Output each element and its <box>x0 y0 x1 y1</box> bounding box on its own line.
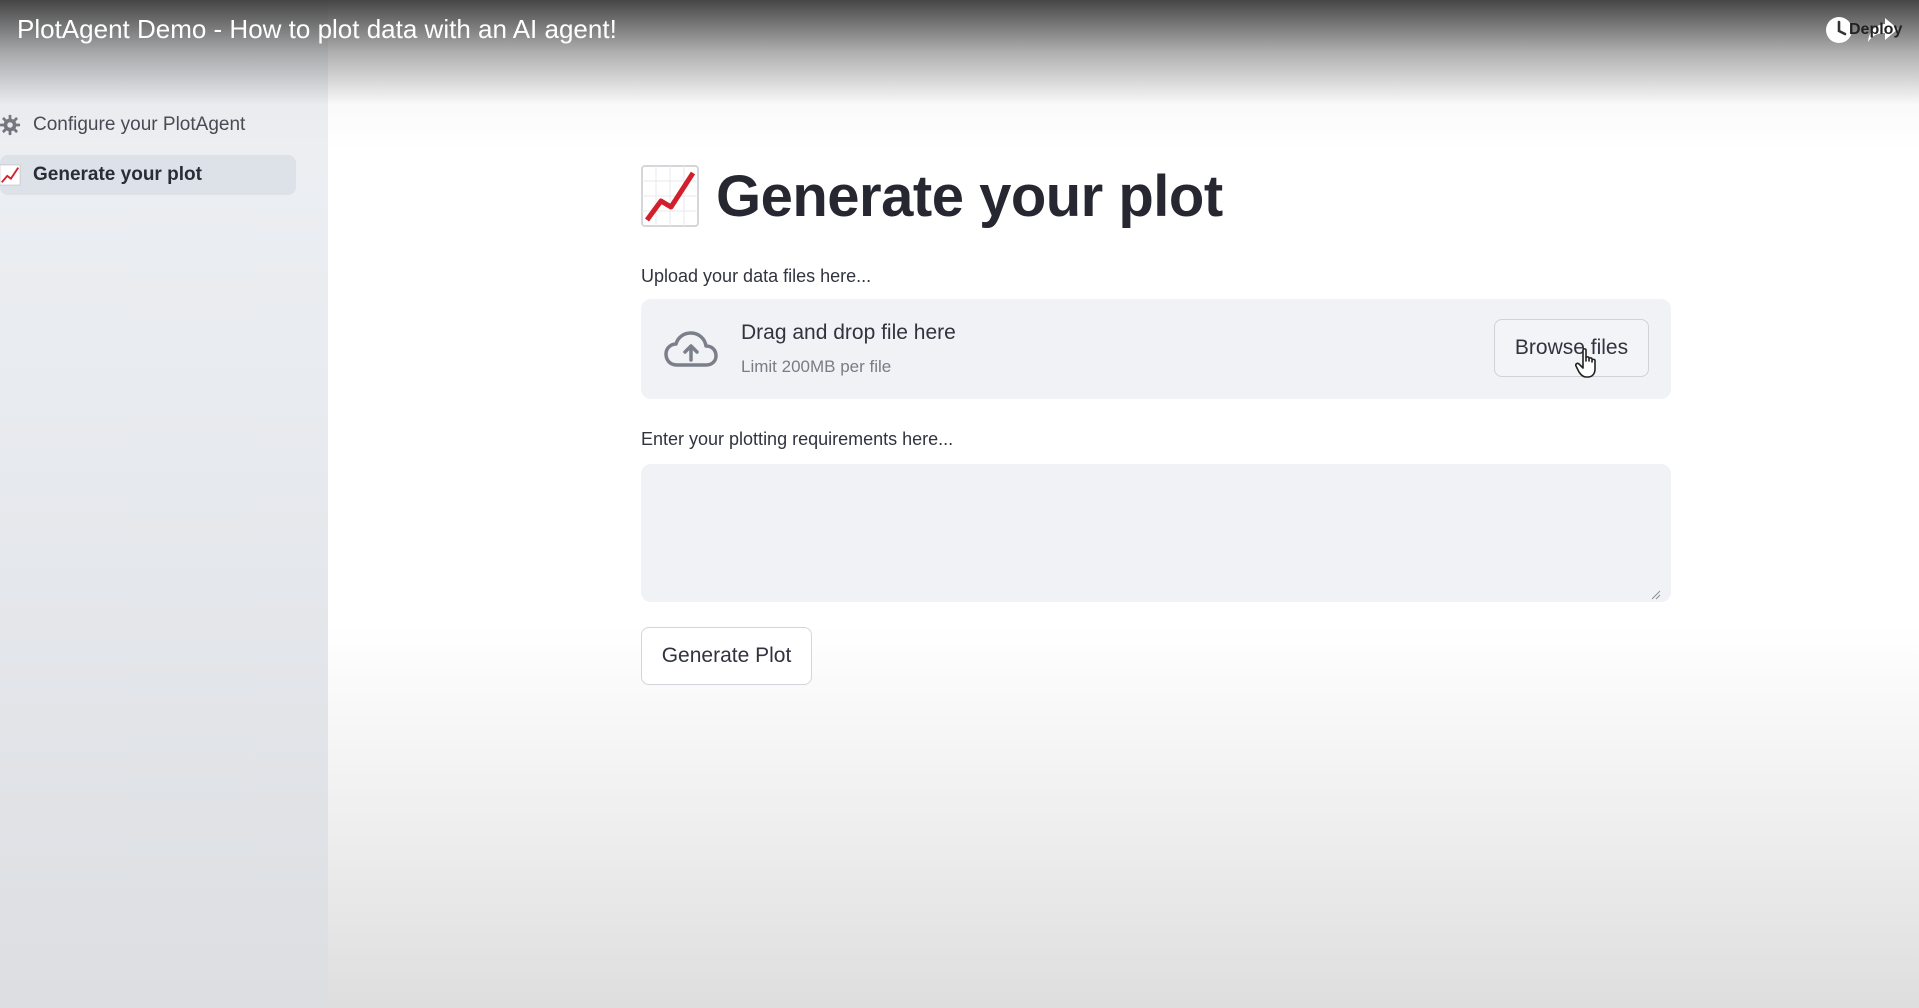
file-dropzone[interactable]: Drag and drop file here Limit 200MB per … <box>641 299 1671 399</box>
cloud-upload-icon <box>663 329 719 369</box>
video-controls: Deploy <box>1823 14 1903 46</box>
video-title: PlotAgent Demo - How to plot data with a… <box>17 14 617 44</box>
resize-handle-icon[interactable] <box>1651 587 1661 600</box>
requirements-label: Enter your plotting requirements here... <box>641 429 954 449</box>
requirements-textarea[interactable] <box>641 464 1671 602</box>
sidebar-item-label: Configure your PlotAgent <box>33 114 246 135</box>
sidebar-item-generate[interactable]: Generate your plot <box>0 155 296 195</box>
browse-files-button[interactable]: Browse files <box>1494 319 1649 377</box>
page-title: Generate your plot <box>641 160 1671 232</box>
hand-cursor-icon <box>1574 347 1601 379</box>
main-content: Generate your plot Upload your data file… <box>641 160 1671 685</box>
file-limit-text: Limit 200MB per file <box>741 357 892 376</box>
chart-increasing-icon <box>641 165 699 227</box>
generate-plot-button[interactable]: Generate Plot <box>641 627 812 685</box>
sidebar: Configure your PlotAgent Generate your p… <box>0 0 328 1008</box>
deploy-label: Deploy <box>1849 21 1903 38</box>
drag-drop-text: Drag and drop file here <box>741 321 956 344</box>
sidebar-item-label: Generate your plot <box>33 164 202 185</box>
sidebar-item-configure[interactable]: Configure your PlotAgent <box>0 105 296 145</box>
chart-increasing-icon <box>0 163 22 187</box>
page-title-text: Generate your plot <box>716 163 1223 229</box>
gear-icon <box>0 113 22 137</box>
upload-label: Upload your data files here... <box>641 266 872 286</box>
